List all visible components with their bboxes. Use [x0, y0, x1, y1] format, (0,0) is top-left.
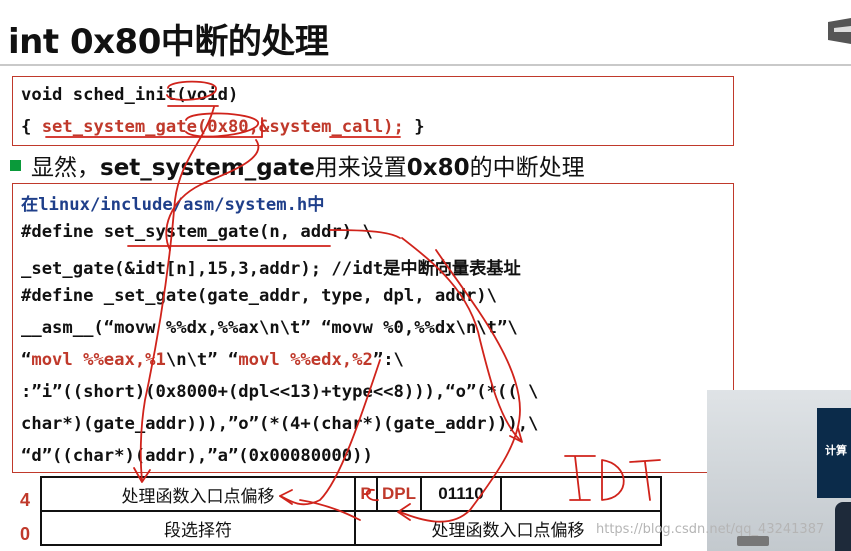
idt-type-bits-label: 01110: [438, 484, 484, 503]
code-separator: \n\t” “: [165, 350, 239, 370]
code-line-define-set-system-gate: #define set_system_gate(n, addr) \: [21, 222, 373, 242]
watermark: https://blog.csdn.net/qq_43241387: [596, 522, 825, 537]
idt-segment-selector: 段选择符: [40, 510, 356, 546]
idt-reserved: [500, 476, 662, 512]
code-line-set-system-gate-call: { set_system_gate(0x80,&system_call); }: [21, 117, 425, 137]
code-line-path: 在linux/include/asm/system.h中: [21, 190, 324, 215]
row-label-4: 4: [20, 490, 31, 510]
code-line-define-set-gate: #define _set_gate(gate_addr, type, dpl, …: [21, 286, 497, 306]
idt-offset-high: 处理函数入口点偏移: [40, 476, 356, 512]
bullet-point: 显然，set_system_gate用来设置0x80的中断处理: [10, 148, 585, 182]
code-line-movl: “movl %%eax,%1\n\t” “movl %%edx,%2”:\: [21, 350, 404, 370]
code-line-sched-init: void sched_init(void): [21, 85, 239, 105]
bullet-vector-number: 0x80: [406, 155, 470, 181]
code-path: linux/include/asm/system.h: [38, 195, 308, 215]
idt-descriptor-table: 4 0 处理函数入口点偏移 P DPL 01110 段选择符 处理函数入口点偏移: [0, 474, 700, 551]
bullet-prefix: 显然，: [31, 155, 100, 181]
code-line-asm: __asm__(“movw %%dx,%%ax\n\t” “movw %0,%%…: [21, 318, 518, 338]
bullet-square-icon: [10, 159, 21, 171]
bullet-suffix: 的中断处理: [469, 155, 585, 181]
idt-offset-low-label: 处理函数入口点偏移: [431, 520, 585, 541]
idt-type-bits: 01110: [420, 476, 502, 512]
idt-flag-p-label: P: [360, 484, 372, 503]
code-movl-eax: movl %%eax,%1: [31, 350, 166, 370]
idt-offset-high-label: 处理函数入口点偏移: [121, 486, 275, 507]
system-h-code-box: 在linux/include/asm/system.h中 #define set…: [12, 183, 734, 473]
bullet-function-name: set_system_gate: [100, 155, 315, 181]
code-quote-open: “: [21, 350, 32, 370]
code-line-input-d: “d”((char*)(addr),”a”(0x00080000)): [21, 446, 373, 466]
code-brace-open: {: [21, 117, 42, 137]
video-camera: [737, 536, 769, 546]
code-line-gate-addr: char*)(gate_addr))),”o”(*(4+(char*)(gate…: [21, 414, 539, 434]
page-title: int 0x80中断的处理: [8, 22, 329, 62]
video-label: 计算: [825, 444, 847, 457]
video-person: [835, 502, 851, 551]
code-set-system-gate-call: set_system_gate(0x80,&system_call);: [41, 117, 404, 137]
sched-init-code-box: void sched_init(void) { set_system_gate(…: [12, 76, 734, 146]
code-quote-close: ”:\: [372, 350, 404, 370]
title-divider: [0, 64, 851, 66]
code-brace-close: }: [403, 117, 425, 137]
code-path-suffix: 中: [307, 195, 325, 215]
bullet-middle: 用来设置: [314, 155, 407, 181]
idt-flag-p: P: [354, 476, 378, 512]
code-movl-edx: movl %%edx,%2: [238, 350, 373, 370]
code-path-prefix: 在: [21, 195, 39, 215]
row-label-0: 0: [20, 524, 31, 544]
idt-flag-dpl-label: DPL: [382, 484, 416, 503]
code-line-input-i: :”i”((short)(0x8000+(dpl<<13)+type<<8)))…: [21, 382, 539, 402]
partial-logo-icon: [828, 18, 851, 44]
idt-flag-dpl: DPL: [376, 476, 422, 512]
code-line-set-gate-call: _set_gate(&idt[n],15,3,addr); //idt是中断向量…: [21, 259, 521, 279]
bullet-text: 显然，set_system_gate用来设置0x80的中断处理: [31, 148, 585, 182]
idt-segment-selector-label: 段选择符: [164, 520, 232, 541]
